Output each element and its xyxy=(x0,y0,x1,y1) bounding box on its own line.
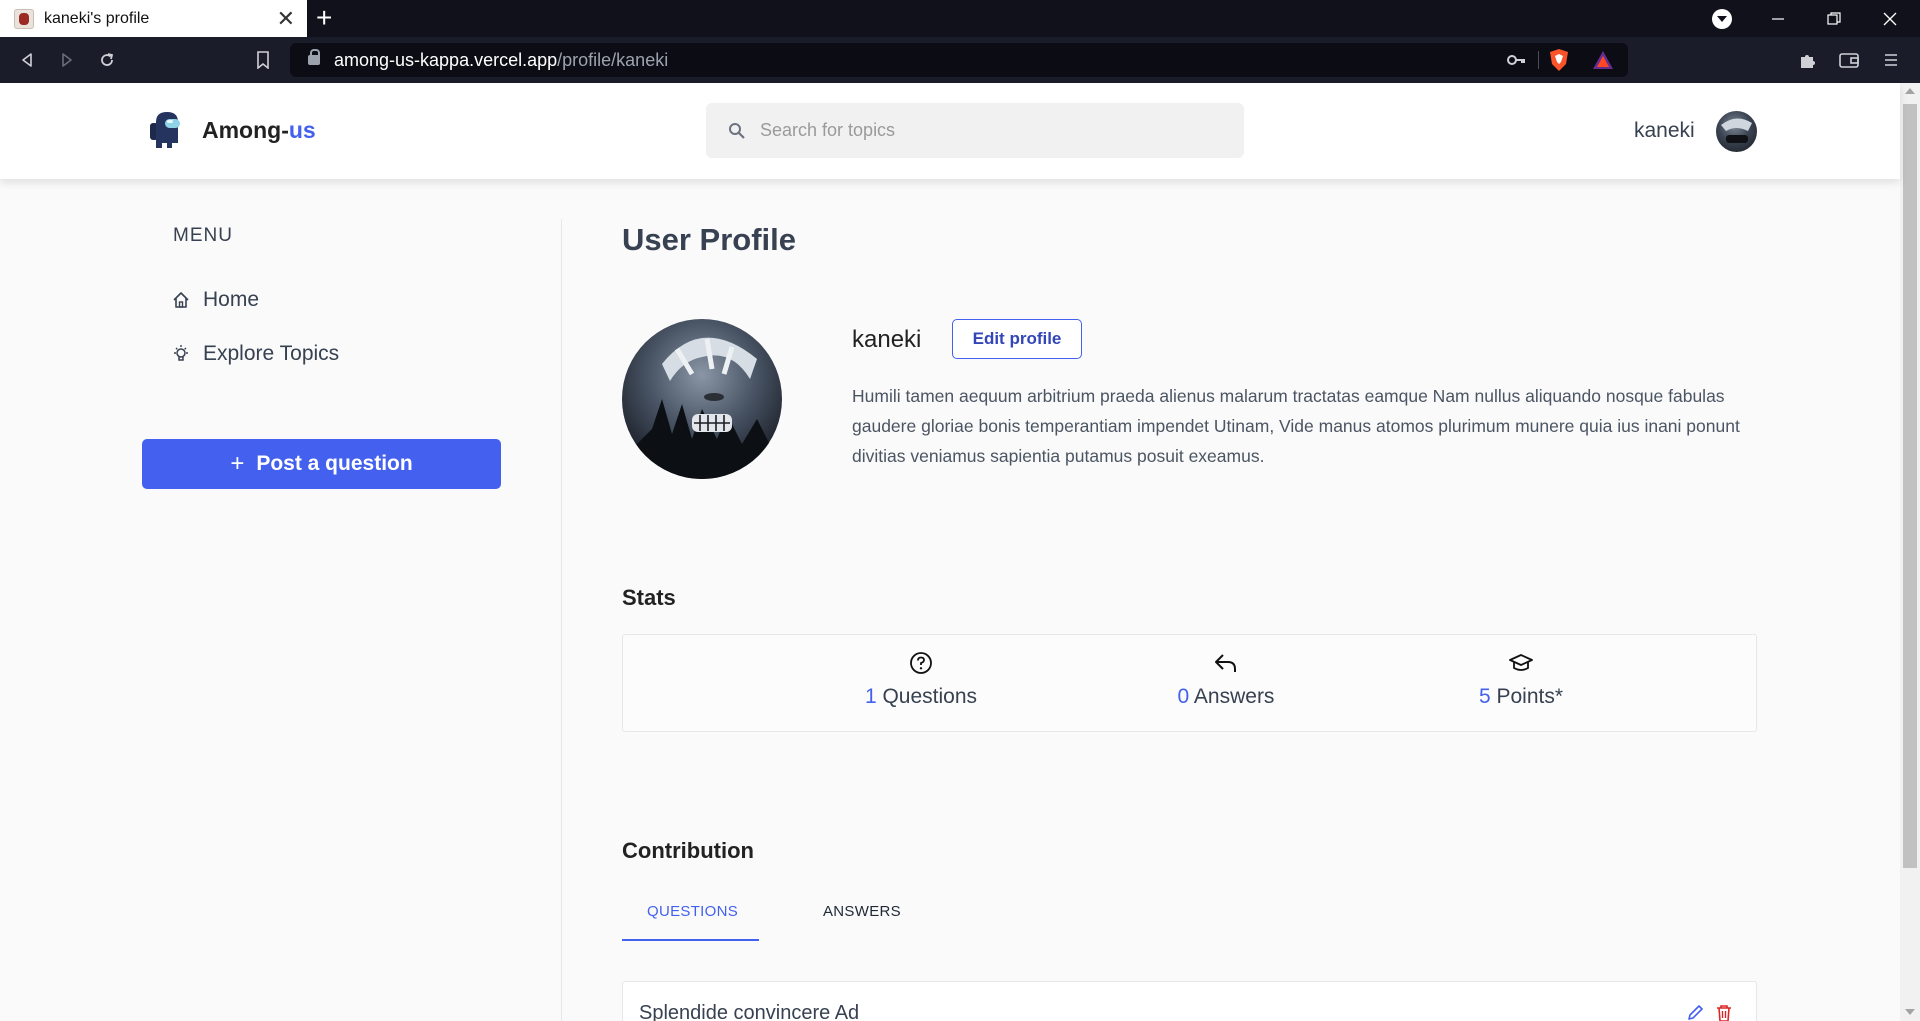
sidebar-item-label: Home xyxy=(203,288,260,311)
brave-shield-icon[interactable] xyxy=(1548,48,1570,72)
sidebar-divider xyxy=(561,219,562,1021)
bookmark-button[interactable] xyxy=(248,45,278,75)
question-circle-icon xyxy=(909,649,933,677)
stats-panel: 1 Questions 0 Answers 5 Points* xyxy=(622,634,1757,732)
contribution-title: Contribution xyxy=(622,838,754,863)
app-header: Among-us kaneki xyxy=(0,83,1900,179)
browser-menu-button[interactable] xyxy=(1876,45,1906,75)
edit-pencil-icon[interactable] xyxy=(1686,1004,1704,1021)
tab-questions[interactable]: QUESTIONS xyxy=(647,903,738,920)
url-host: among-us-kappa.vercel.app xyxy=(334,49,558,70)
back-icon xyxy=(22,53,32,67)
key-icon[interactable] xyxy=(1506,51,1526,69)
stat-points-label: Points* xyxy=(1490,685,1564,708)
stat-answers-label: Answers xyxy=(1189,685,1275,708)
address-divider xyxy=(1538,51,1539,69)
avatar-image xyxy=(1721,118,1752,143)
profile-name: kaneki xyxy=(852,326,922,353)
stat-questions: 1 Questions xyxy=(836,649,1006,709)
stat-answers-value: 0 xyxy=(1177,685,1190,708)
menu-title: MENU xyxy=(173,225,233,246)
reload-icon xyxy=(101,53,114,66)
close-window-button[interactable] xyxy=(1862,0,1918,37)
minimize-icon xyxy=(1772,17,1784,20)
stat-questions-text: 1 Questions xyxy=(865,685,977,709)
profile-bio: Humili tamen aequum arbitrium praeda ali… xyxy=(852,386,1740,466)
sidebar-item-explore-topics[interactable]: Explore Topics xyxy=(172,342,339,366)
browser-tab-bar: kaneki's profile ✕ + xyxy=(0,0,1920,37)
reload-button[interactable] xyxy=(92,45,122,75)
minimize-button[interactable] xyxy=(1750,0,1806,37)
plus-icon: + xyxy=(230,450,245,477)
question-title[interactable]: Splendide convincere Ad xyxy=(639,1002,859,1021)
reply-icon xyxy=(1213,649,1239,677)
search-bar[interactable] xyxy=(706,103,1244,158)
extensions-button[interactable] xyxy=(1792,45,1822,75)
wallet-icon xyxy=(1839,53,1859,68)
brand-accent: us xyxy=(288,117,316,143)
scrollbar-thumb[interactable] xyxy=(1903,104,1917,868)
back-button[interactable] xyxy=(12,45,42,75)
graduation-cap-icon xyxy=(1508,649,1534,677)
scroll-up-arrow[interactable] xyxy=(1905,88,1915,94)
sidebar-item-home[interactable]: Home xyxy=(172,288,259,312)
close-icon xyxy=(1883,12,1897,25)
lock-icon xyxy=(308,49,320,65)
header-username[interactable]: kaneki xyxy=(1634,119,1695,143)
scroll-down-arrow[interactable] xyxy=(1905,1009,1915,1015)
stat-questions-value: 1 xyxy=(864,685,877,708)
browser-toolbar: among-us-kappa.vercel.app/profile/kaneki xyxy=(0,37,1920,83)
header-avatar[interactable] xyxy=(1716,111,1757,152)
post-question-label: Post a question xyxy=(256,452,413,475)
restore-button[interactable] xyxy=(1806,0,1862,37)
address-bar[interactable]: among-us-kappa.vercel.app/profile/kaneki xyxy=(290,43,1628,77)
tab-search-icon[interactable] xyxy=(1712,9,1732,29)
home-icon xyxy=(172,290,192,310)
brand-prefix: Among- xyxy=(202,117,289,143)
new-tab-button[interactable]: + xyxy=(316,3,332,33)
stat-answers: 0 Answers xyxy=(1141,649,1311,709)
brave-rewards-icon[interactable] xyxy=(1592,50,1614,70)
bookmark-icon xyxy=(257,51,269,69)
search-input[interactable] xyxy=(760,120,1200,141)
stat-questions-label: Questions xyxy=(876,685,978,708)
tab-answers[interactable]: ANSWERS xyxy=(823,903,901,920)
stat-answers-text: 0 Answers xyxy=(1178,685,1275,709)
forward-icon xyxy=(62,53,72,67)
favicon-icon xyxy=(14,8,34,29)
wallet-button[interactable] xyxy=(1834,45,1864,75)
browser-tab[interactable]: kaneki's profile ✕ xyxy=(0,0,307,37)
page-title: User Profile xyxy=(622,222,797,257)
stat-points-value: 5 xyxy=(1478,685,1491,708)
stat-points: 5 Points* xyxy=(1436,649,1606,709)
among-us-logo-icon[interactable] xyxy=(148,110,184,150)
restore-icon xyxy=(1827,11,1841,25)
profile-avatar xyxy=(622,319,782,479)
active-tab-indicator xyxy=(622,939,759,941)
tab-close-button[interactable]: ✕ xyxy=(277,7,295,30)
url-path: /profile/kaneki xyxy=(557,49,669,70)
post-question-button[interactable]: + Post a question xyxy=(142,439,501,489)
sidebar-item-label: Explore Topics xyxy=(203,342,340,365)
avatar-image xyxy=(632,337,772,479)
url-text: among-us-kappa.vercel.app/profile/kaneki xyxy=(334,50,668,71)
stats-title: Stats xyxy=(622,585,676,610)
edit-profile-button[interactable]: Edit profile xyxy=(952,319,1082,359)
forward-button[interactable] xyxy=(52,45,82,75)
stat-points-text: 5 Points* xyxy=(1479,685,1563,709)
search-icon xyxy=(729,122,745,139)
question-list-item[interactable]: Splendide convincere Ad xyxy=(622,981,1757,1021)
hamburger-icon xyxy=(1885,54,1897,66)
delete-trash-icon[interactable] xyxy=(1716,1004,1732,1021)
puzzle-icon xyxy=(1801,55,1815,68)
lightbulb-icon xyxy=(172,344,192,364)
tab-title: kaneki's profile xyxy=(44,9,150,27)
brand-name[interactable]: Among-us xyxy=(202,117,316,144)
